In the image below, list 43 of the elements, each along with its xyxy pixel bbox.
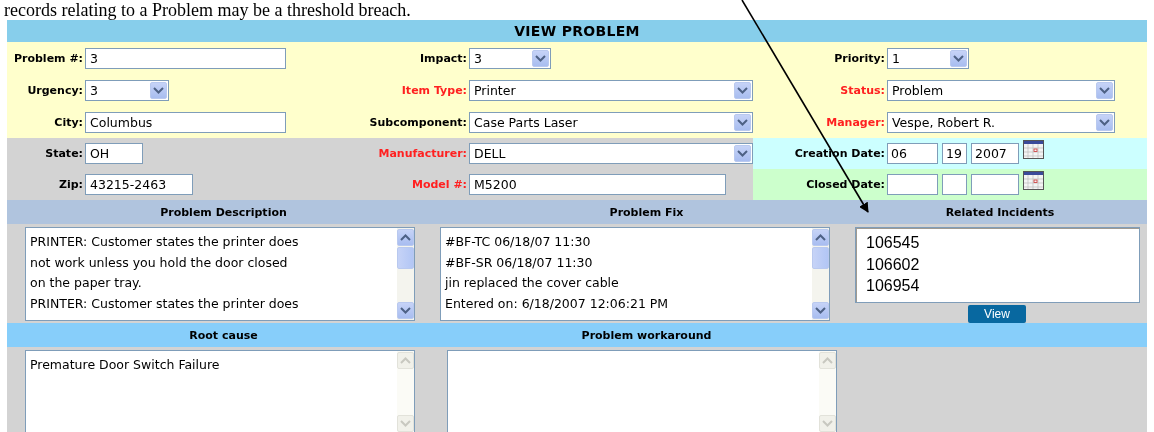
text-field[interactable]: M5200 xyxy=(469,174,726,195)
section-heading: Related Incidents xyxy=(945,205,1055,219)
text-area[interactable]: PRINTER: Customer states the printer does not work unless you hold the door closed on the paper tray. PRINTER: Customer states the printer does xyxy=(25,227,415,321)
text-field[interactable]: 43215-2463 xyxy=(85,174,193,195)
dropdown[interactable]: 3 xyxy=(469,47,551,69)
dropdown[interactable]: Case Parts Laser xyxy=(469,111,753,133)
dropdown[interactable]: 3 xyxy=(85,79,169,101)
list-item[interactable]: 106545 xyxy=(866,232,1129,254)
field-label: Model #: xyxy=(411,178,467,191)
field-label: City: xyxy=(54,115,83,129)
field-label: Priority: xyxy=(834,51,885,65)
field-label: Subcomponent: xyxy=(369,115,467,129)
date-field[interactable]: 19 xyxy=(942,143,967,164)
page-title: VIEW PROBLEM xyxy=(514,23,640,39)
field-label: Urgency: xyxy=(27,83,83,97)
dropdown[interactable]: Printer xyxy=(469,79,753,101)
section-heading: Problem workaround xyxy=(581,328,712,342)
text-field[interactable]: OH xyxy=(85,143,143,164)
text-area[interactable]: #BF-TC 06/18/07 11:30 #BF-SR 06/18/07 11:30 jin replaced the cover cable Entered on: 6/18/2007 12:06:21 PM xyxy=(440,227,830,321)
field-label: Manufacturer: xyxy=(378,147,467,160)
field-label: Zip: xyxy=(58,178,83,191)
section-heading: Problem Fix xyxy=(609,205,684,219)
dropdown[interactable]: Problem xyxy=(887,79,1115,101)
text-field[interactable]: 3 xyxy=(85,47,286,69)
text-field[interactable]: Columbus xyxy=(85,111,286,133)
field-label: Manager: xyxy=(826,115,885,129)
field-label: Problem #: xyxy=(13,51,83,65)
list-item[interactable]: 106954 xyxy=(866,275,1129,297)
dropdown[interactable]: Vespe, Robert R. xyxy=(887,111,1115,133)
date-field[interactable]: 2007 xyxy=(971,143,1019,164)
dropdown[interactable]: DELL xyxy=(469,143,753,164)
dropdown[interactable]: 1 xyxy=(887,47,969,69)
field-label: Item Type: xyxy=(401,83,467,97)
field-label: Closed Date: xyxy=(806,178,885,191)
list-item[interactable]: 106602 xyxy=(866,253,1129,275)
view-button[interactable]: View xyxy=(968,305,1026,323)
section-heading: Problem Description xyxy=(160,205,287,219)
section-heading: Root cause xyxy=(189,328,258,342)
field-label: Status: xyxy=(840,83,885,97)
date-field[interactable]: 06 xyxy=(887,143,938,164)
caption-text: records relating to a Problem may be a threshold breach. xyxy=(3,0,412,20)
field-label: Impact: xyxy=(419,51,467,65)
field-label: State: xyxy=(45,147,83,160)
